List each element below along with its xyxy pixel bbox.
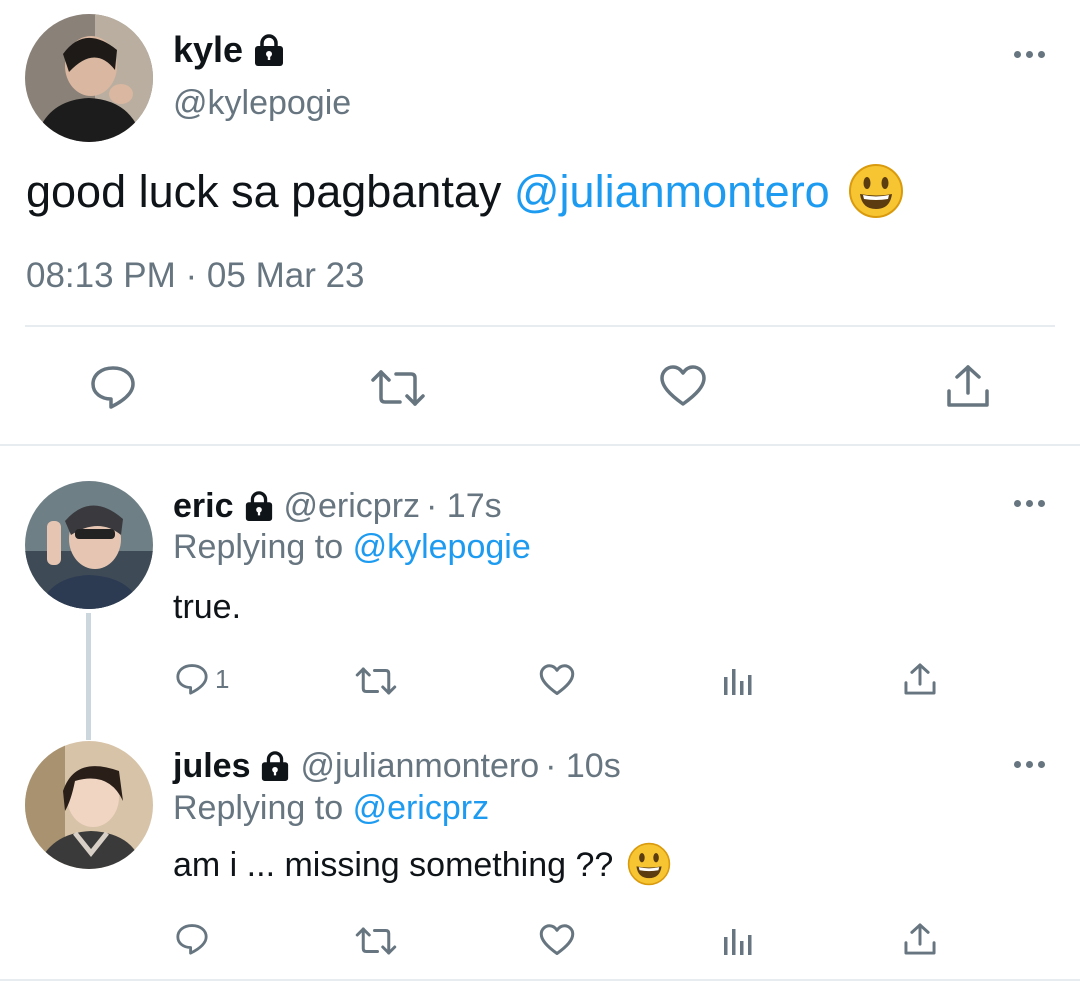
smiley-emoji bbox=[627, 842, 670, 886]
retweet-icon[interactable] bbox=[355, 926, 397, 956]
main-handle[interactable]: @kylepogie bbox=[173, 84, 351, 123]
reply-text: am i ... missing something ?? bbox=[173, 842, 671, 886]
retweet-icon[interactable] bbox=[370, 368, 426, 408]
lock-icon bbox=[245, 491, 272, 521]
divider bbox=[25, 325, 1055, 327]
replying-to-link[interactable]: @kylepogie bbox=[353, 528, 531, 566]
lock-icon bbox=[255, 34, 284, 66]
reply-icon[interactable] bbox=[89, 364, 137, 410]
main-author-row: kyle bbox=[173, 28, 285, 72]
avatar-kyle[interactable] bbox=[25, 14, 153, 142]
main-tweet-body: good luck sa pagbantay bbox=[26, 166, 502, 217]
reply-icon[interactable]: 1 bbox=[175, 662, 229, 696]
replying-label: Replying to bbox=[173, 789, 344, 827]
reply-header-eric: eric @ericprz · 17s bbox=[173, 486, 502, 526]
reply-text: true. bbox=[173, 588, 242, 626]
avatar-eric[interactable] bbox=[25, 481, 153, 609]
reply-count: 1 bbox=[215, 663, 230, 694]
reply-display-name[interactable]: eric bbox=[173, 487, 234, 526]
like-icon[interactable] bbox=[539, 663, 575, 697]
reply-time[interactable]: · 17s bbox=[426, 487, 502, 526]
retweet-icon[interactable] bbox=[355, 666, 397, 696]
like-icon[interactable] bbox=[659, 364, 707, 408]
divider bbox=[0, 979, 1080, 981]
divider bbox=[0, 444, 1080, 446]
reply-handle[interactable]: @julianmontero bbox=[300, 747, 539, 786]
thread-line bbox=[86, 613, 91, 740]
share-icon[interactable] bbox=[903, 662, 937, 696]
share-icon[interactable] bbox=[903, 922, 937, 956]
reply-time[interactable]: · 10s bbox=[545, 747, 621, 786]
analytics-icon[interactable] bbox=[722, 925, 754, 957]
more-options-icon[interactable] bbox=[1014, 51, 1045, 58]
mention-link[interactable]: @julianmontero bbox=[514, 166, 830, 217]
replying-label: Replying to bbox=[173, 528, 344, 566]
main-display-name[interactable]: kyle bbox=[173, 29, 243, 71]
reply-handle[interactable]: @ericprz bbox=[284, 487, 421, 526]
reply-header-jules: jules @julianmontero · 10s bbox=[173, 746, 621, 786]
replying-to-link[interactable]: @ericprz bbox=[353, 789, 490, 827]
avatar-jules[interactable] bbox=[25, 741, 153, 869]
avatar-eric-image bbox=[25, 481, 153, 609]
replying-to-line: Replying to @kylepogie bbox=[173, 528, 531, 567]
share-icon[interactable] bbox=[945, 363, 991, 409]
like-icon[interactable] bbox=[539, 923, 575, 957]
main-tweet-text: good luck sa pagbantay @julianmontero bbox=[26, 164, 904, 220]
avatar-kyle-image bbox=[25, 14, 153, 142]
more-options-icon[interactable] bbox=[1014, 761, 1045, 768]
smiley-emoji bbox=[849, 164, 904, 219]
lock-icon bbox=[262, 751, 289, 781]
main-timestamp[interactable]: 08:13 PM · 05 Mar 23 bbox=[26, 256, 365, 296]
reply-display-name[interactable]: jules bbox=[173, 747, 250, 786]
analytics-icon[interactable] bbox=[722, 665, 754, 697]
more-options-icon[interactable] bbox=[1014, 500, 1045, 507]
replying-to-line: Replying to @ericprz bbox=[173, 789, 489, 828]
reply-text-body: am i ... missing something ?? bbox=[173, 846, 614, 884]
avatar-jules-image bbox=[25, 741, 153, 869]
reply-icon[interactable] bbox=[175, 922, 209, 956]
